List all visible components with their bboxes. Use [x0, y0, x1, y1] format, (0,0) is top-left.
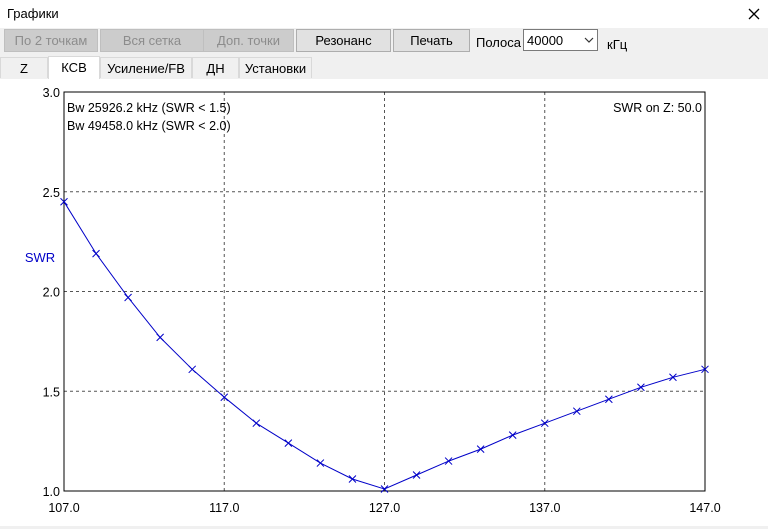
data-point-marker [669, 373, 677, 382]
chart-grid [64, 92, 705, 491]
x-tick-label: 137.0 [529, 501, 560, 515]
band-value: 40000 [527, 33, 564, 48]
y-tick-label: 3.0 [43, 86, 60, 100]
x-tick-label: 117.0 [209, 501, 239, 515]
bandwidth-line-2: Bw 49458.0 kHz (SWR < 2.0) [67, 119, 231, 133]
close-icon[interactable] [740, 0, 768, 28]
data-point-marker [637, 383, 645, 392]
data-point-marker [188, 365, 197, 374]
data-point-marker [316, 459, 325, 467]
data-point-marker [156, 333, 165, 342]
band-unit-label: кГц [607, 37, 628, 52]
swr-on-z-label: SWR on Z: 50.0 [613, 101, 702, 115]
data-point-marker [540, 419, 549, 428]
data-point-marker [476, 445, 485, 453]
band-label: Полоса [476, 35, 521, 50]
y-axis-label: SWR [25, 250, 55, 265]
data-point-marker [412, 471, 421, 479]
data-point-marker [284, 439, 293, 447]
by-two-points-button[interactable]: По 2 точкам [4, 29, 98, 52]
toolbar: По 2 точкам Вся сетка Доп. точки Резонан… [0, 28, 768, 56]
chart-panel: 107.0 117.0 127.0 137.0 147.0 1.0 1.5 2.0 2.5 3.0… [0, 79, 768, 526]
x-tick-label: 147.0 [689, 501, 720, 515]
band-select[interactable]: 40000 [523, 29, 598, 51]
y-tick-label: 2.0 [43, 286, 60, 300]
chevron-down-icon [584, 37, 594, 43]
extra-points-button[interactable]: Доп. точки [203, 29, 294, 52]
y-tick-label: 2.5 [43, 186, 60, 200]
data-point-marker [604, 395, 613, 404]
tab-gain-fb[interactable]: Усиление/FB [100, 57, 192, 78]
tab-z[interactable]: Z [0, 57, 48, 78]
print-button[interactable]: Печать [393, 29, 470, 52]
tab-pattern[interactable]: ДН [192, 57, 239, 78]
swr-chart: 107.0 117.0 127.0 137.0 147.0 1.0 1.5 2.0 2.5 3.0… [25, 86, 721, 515]
x-tick-label: 127.0 [369, 501, 400, 515]
title-bar: Графики [0, 0, 768, 28]
data-point-marker [508, 431, 517, 439]
resonance-button[interactable]: Резонанс [296, 29, 391, 52]
tab-swr[interactable]: КСВ [48, 56, 100, 79]
data-point-marker [92, 249, 100, 258]
y-tick-label: 1.5 [43, 385, 60, 399]
data-point-marker [348, 475, 357, 483]
data-point-marker [124, 293, 132, 302]
bandwidth-line-1: Bw 25926.2 kHz (SWR < 1.5) [67, 101, 231, 115]
tab-bar: Z КСВ Усиление/FB ДН Установки [0, 56, 768, 79]
full-grid-button[interactable]: Вся сетка [100, 29, 204, 52]
data-point-marker [572, 407, 581, 416]
window-title: Графики [7, 6, 59, 21]
data-point-marker [252, 419, 261, 428]
tab-settings[interactable]: Установки [239, 57, 312, 78]
y-tick-label: 1.0 [43, 485, 60, 499]
x-tick-label: 107.0 [48, 501, 79, 515]
data-point-marker [444, 457, 453, 465]
